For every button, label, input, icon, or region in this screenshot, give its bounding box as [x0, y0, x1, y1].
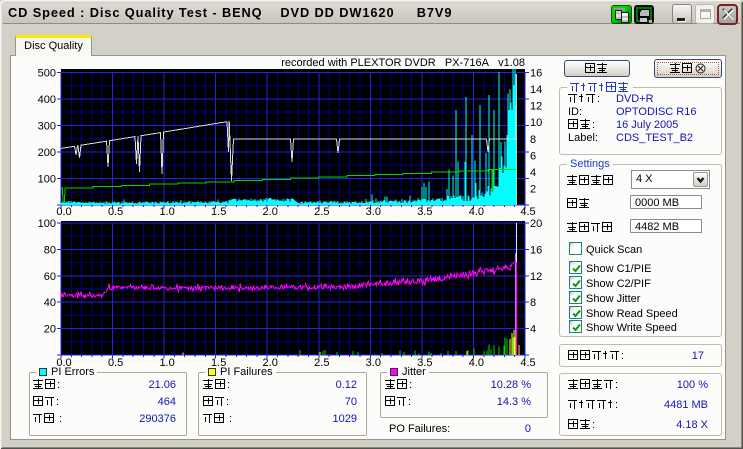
- svg-text:60: 60: [44, 271, 56, 283]
- svg-text:0.0: 0.0: [56, 206, 71, 218]
- svg-text:2.5: 2.5: [314, 357, 329, 369]
- svg-text:4: 4: [530, 167, 536, 179]
- svg-text:recorded with PLEXTOR DVDR P: recorded with PLEXTOR DVDR PX-716A v1.08: [281, 57, 525, 69]
- svg-text:12: 12: [530, 101, 542, 113]
- svg-text:1.0: 1.0: [159, 357, 174, 369]
- svg-text:4.0: 4.0: [469, 357, 484, 369]
- svg-text:2: 2: [530, 183, 536, 195]
- svg-text:40: 40: [44, 297, 56, 309]
- svg-text:100: 100: [38, 218, 56, 230]
- svg-text:20: 20: [530, 218, 542, 230]
- svg-text:16: 16: [530, 68, 542, 80]
- svg-text:8: 8: [530, 297, 536, 309]
- svg-text:16: 16: [530, 244, 542, 256]
- svg-text:3.5: 3.5: [417, 206, 432, 218]
- svg-text:10: 10: [530, 117, 542, 129]
- svg-text:500: 500: [38, 68, 56, 80]
- svg-text:4.5: 4.5: [520, 357, 535, 369]
- svg-text:20: 20: [44, 324, 56, 336]
- svg-text:14: 14: [530, 84, 542, 96]
- svg-text:100: 100: [38, 174, 56, 186]
- svg-text:6: 6: [530, 150, 536, 162]
- svg-text:1.0: 1.0: [159, 206, 174, 218]
- svg-text:80: 80: [44, 244, 56, 256]
- svg-text:0.5: 0.5: [108, 206, 123, 218]
- svg-text:200: 200: [38, 147, 56, 159]
- svg-text:8: 8: [530, 134, 536, 146]
- svg-text:2.5: 2.5: [314, 206, 329, 218]
- svg-text:2.0: 2.0: [263, 206, 278, 218]
- svg-text:0.5: 0.5: [108, 357, 123, 369]
- svg-text:4: 4: [530, 324, 536, 336]
- svg-text:400: 400: [38, 94, 56, 106]
- svg-text:3.0: 3.0: [366, 206, 381, 218]
- svg-text:4.0: 4.0: [469, 206, 484, 218]
- svg-text:3.0: 3.0: [366, 357, 381, 369]
- svg-text:12: 12: [530, 271, 542, 283]
- svg-text:4.5: 4.5: [520, 206, 535, 218]
- svg-text:1.5: 1.5: [211, 206, 226, 218]
- svg-text:300: 300: [38, 121, 56, 133]
